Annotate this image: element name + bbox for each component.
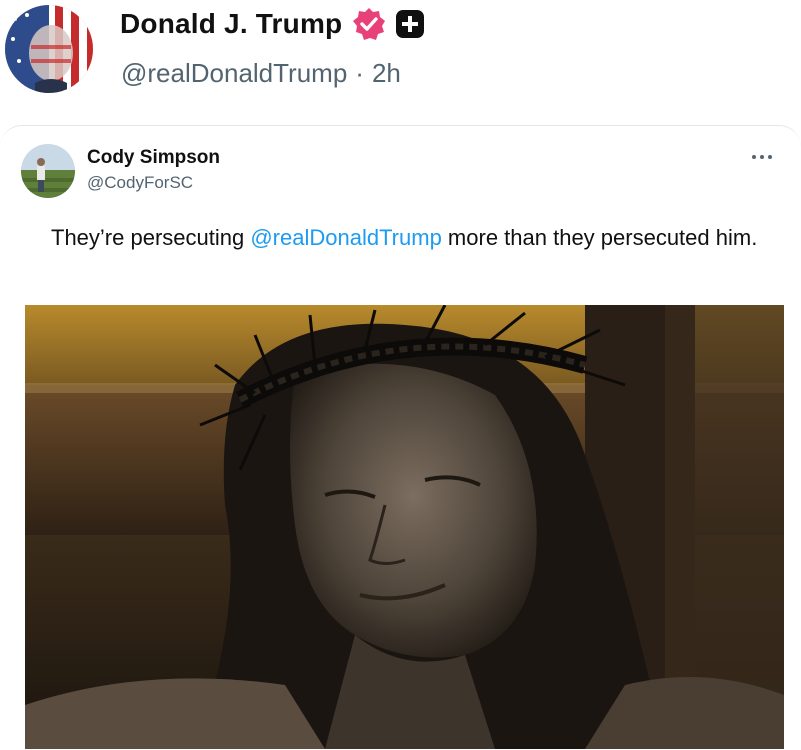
author-handle-row: @realDonaldTrump · 2h — [121, 58, 401, 89]
author-name-row: Donald J. Trump — [120, 4, 425, 44]
more-dot — [760, 155, 764, 159]
quote-post-text: They’re persecuting @realDonaldTrump mor… — [51, 220, 771, 256]
quote-mention-link[interactable]: @realDonaldTrump — [250, 225, 441, 250]
post-timestamp[interactable]: 2h — [372, 58, 401, 89]
quote-author-handle[interactable]: @CodyForSC — [87, 173, 193, 193]
more-dot — [752, 155, 756, 159]
quote-media-image[interactable] — [25, 305, 784, 749]
author-handle[interactable]: @realDonaldTrump — [121, 58, 347, 89]
plus-badge-icon — [396, 10, 425, 38]
author-avatar[interactable] — [5, 5, 93, 93]
more-options-icon[interactable] — [752, 147, 780, 167]
separator-dot: · — [355, 58, 364, 88]
quote-text-before: They’re persecuting — [51, 225, 251, 250]
crown-of-thorns-portrait-image — [25, 305, 784, 749]
quote-text-after: more than they persecuted him. — [441, 225, 758, 250]
more-dot — [768, 155, 772, 159]
verified-badge-icon — [352, 7, 386, 41]
field-photo-avatar-image — [21, 144, 75, 198]
quote-author-avatar[interactable] — [21, 144, 75, 198]
author-name[interactable]: Donald J. Trump — [120, 8, 342, 40]
flag-portrait-avatar-image — [5, 5, 93, 93]
quote-author-name[interactable]: Cody Simpson — [87, 147, 220, 169]
